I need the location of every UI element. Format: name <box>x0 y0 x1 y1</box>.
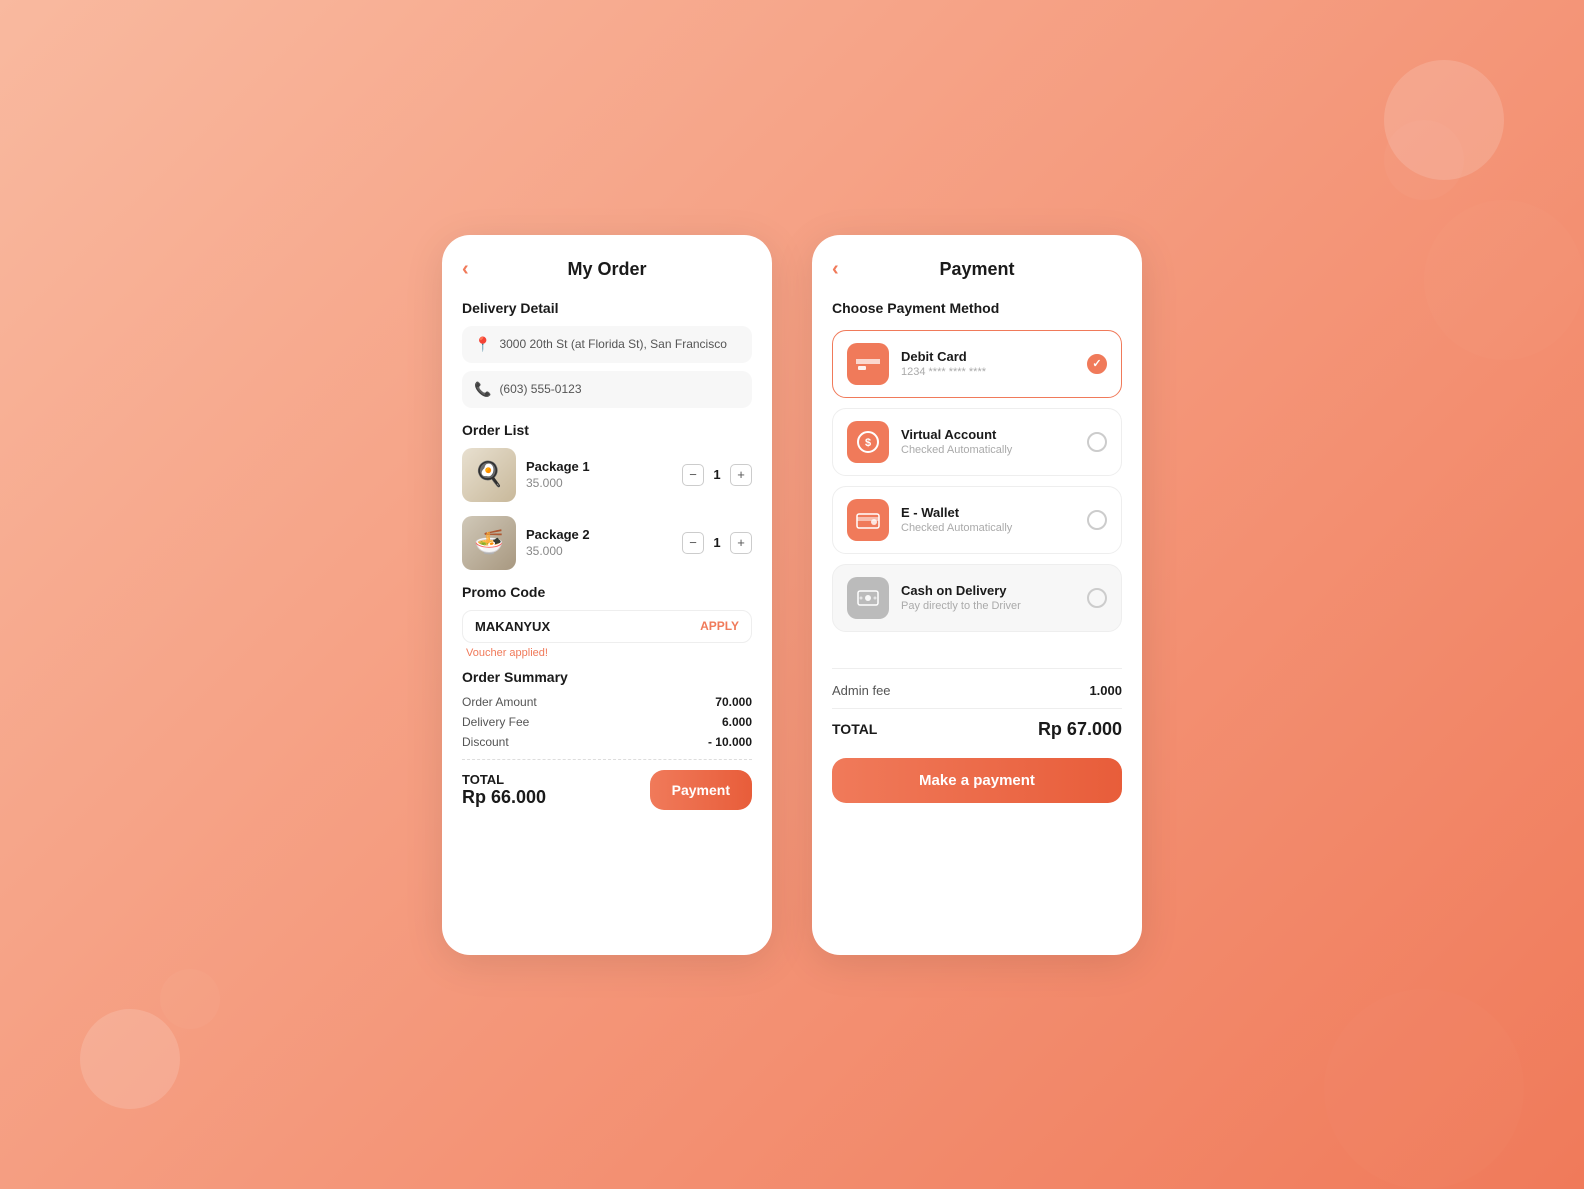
virtual-account-radio[interactable] <box>1087 432 1107 452</box>
summary-row-amount: Order Amount 70.000 <box>462 695 752 709</box>
payment-title: Payment <box>939 259 1014 280</box>
item-name-1: Package 1 <box>526 459 672 474</box>
payment-back-button[interactable]: ‹ <box>832 258 839 281</box>
quantity-control-2: − 1 + <box>682 532 752 554</box>
virtual-account-sub: Checked Automatically <box>901 444 1075 456</box>
payment-total-label: TOTAL <box>832 721 877 737</box>
my-order-title: My Order <box>567 259 646 280</box>
debit-card-sub: 1234 **** **** **** <box>901 366 1075 378</box>
cash-info: Cash on Delivery Pay directly to the Dri… <box>901 583 1075 612</box>
location-icon: 📍 <box>474 336 491 353</box>
debit-card-icon-wrap <box>847 343 889 385</box>
promo-section: Promo Code APPLY Voucher applied! <box>462 584 752 659</box>
virtual-account-icon-wrap: $ <box>847 421 889 463</box>
item-info-2: Package 2 35.000 <box>526 527 672 558</box>
my-order-header: ‹ My Order <box>462 259 752 280</box>
delivery-detail-title: Delivery Detail <box>462 300 752 316</box>
item-image-2: 🍜 <box>462 516 516 570</box>
choose-method-title: Choose Payment Method <box>832 300 1122 316</box>
total-row: TOTAL Rp 66.000 Payment <box>462 770 752 810</box>
qty-num-1: 1 <box>710 467 724 482</box>
qty-num-2: 1 <box>710 535 724 550</box>
total-amount: Rp 66.000 <box>462 787 546 808</box>
cash-radio[interactable] <box>1087 588 1107 608</box>
order-item-2: 🍜 Package 2 35.000 − 1 + <box>462 516 752 570</box>
cash-sub: Pay directly to the Driver <box>901 600 1075 612</box>
summary-label-delivery: Delivery Fee <box>462 715 529 729</box>
admin-fee-row: Admin fee 1.000 <box>832 668 1122 708</box>
make-payment-button[interactable]: Make a payment <box>832 758 1122 803</box>
qty-decrease-2[interactable]: − <box>682 532 704 554</box>
virtual-account-icon: $ <box>856 430 880 454</box>
ewallet-icon-wrap <box>847 499 889 541</box>
delivery-phone-field[interactable]: 📞 (603) 555-0123 <box>462 371 752 408</box>
debit-card-icon <box>856 355 880 373</box>
cash-icon-wrap <box>847 577 889 619</box>
payment-method-cash[interactable]: Cash on Delivery Pay directly to the Dri… <box>832 564 1122 632</box>
debit-card-info: Debit Card 1234 **** **** **** <box>901 349 1075 378</box>
summary-value-discount: - 10.000 <box>708 735 752 749</box>
total-label: TOTAL <box>462 772 546 787</box>
voucher-applied-message: Voucher applied! <box>466 647 752 659</box>
delivery-address: 3000 20th St (at Florida St), San Franci… <box>499 337 726 351</box>
virtual-account-name: Virtual Account <box>901 427 1075 442</box>
quantity-control-1: − 1 + <box>682 464 752 486</box>
summary-value-amount: 70.000 <box>715 695 752 709</box>
ewallet-info: E - Wallet Checked Automatically <box>901 505 1075 534</box>
payment-panel: ‹ Payment Choose Payment Method Debit Ca… <box>812 235 1142 955</box>
total-left: TOTAL Rp 66.000 <box>462 772 546 808</box>
cash-icon <box>856 588 880 608</box>
panels-container: ‹ My Order Delivery Detail 📍 3000 20th S… <box>442 235 1142 955</box>
payment-method-ewallet[interactable]: E - Wallet Checked Automatically <box>832 486 1122 554</box>
payment-total-amount: Rp 67.000 <box>1038 719 1122 740</box>
payment-header: ‹ Payment <box>832 259 1122 280</box>
admin-fee-value: 1.000 <box>1089 683 1122 698</box>
order-summary-title: Order Summary <box>462 669 752 685</box>
debit-card-name: Debit Card <box>901 349 1075 364</box>
summary-label-amount: Order Amount <box>462 695 537 709</box>
ewallet-name: E - Wallet <box>901 505 1075 520</box>
item-price-2: 35.000 <box>526 544 672 558</box>
my-order-panel: ‹ My Order Delivery Detail 📍 3000 20th S… <box>442 235 772 955</box>
order-list-title: Order List <box>462 422 752 438</box>
cash-name: Cash on Delivery <box>901 583 1075 598</box>
ewallet-sub: Checked Automatically <box>901 522 1075 534</box>
payment-button[interactable]: Payment <box>650 770 752 810</box>
admin-fee-label: Admin fee <box>832 683 891 698</box>
ewallet-icon <box>856 510 880 530</box>
payment-total-row: TOTAL Rp 67.000 <box>832 708 1122 740</box>
summary-value-delivery: 6.000 <box>722 715 752 729</box>
promo-code-title: Promo Code <box>462 584 752 600</box>
promo-input[interactable] <box>475 619 700 634</box>
summary-divider <box>462 759 752 760</box>
apply-button[interactable]: APPLY <box>700 619 739 633</box>
item-info-1: Package 1 35.000 <box>526 459 672 490</box>
debit-card-radio[interactable] <box>1087 354 1107 374</box>
promo-input-row: APPLY <box>462 610 752 643</box>
item-price-1: 35.000 <box>526 476 672 490</box>
phone-icon: 📞 <box>474 381 491 398</box>
item-name-2: Package 2 <box>526 527 672 542</box>
qty-increase-1[interactable]: + <box>730 464 752 486</box>
summary-row-delivery: Delivery Fee 6.000 <box>462 715 752 729</box>
delivery-address-field[interactable]: 📍 3000 20th St (at Florida St), San Fran… <box>462 326 752 363</box>
payment-method-virtual[interactable]: $ Virtual Account Checked Automatically <box>832 408 1122 476</box>
payment-method-debit[interactable]: Debit Card 1234 **** **** **** <box>832 330 1122 398</box>
order-item-1: 🍳 Package 1 35.000 − 1 + <box>462 448 752 502</box>
qty-increase-2[interactable]: + <box>730 532 752 554</box>
spacer <box>832 642 1122 662</box>
my-order-back-button[interactable]: ‹ <box>462 258 469 281</box>
summary-row-discount: Discount - 10.000 <box>462 735 752 749</box>
svg-text:$: $ <box>865 437 871 449</box>
item-image-1: 🍳 <box>462 448 516 502</box>
ewallet-radio[interactable] <box>1087 510 1107 530</box>
qty-decrease-1[interactable]: − <box>682 464 704 486</box>
virtual-account-info: Virtual Account Checked Automatically <box>901 427 1075 456</box>
summary-label-discount: Discount <box>462 735 509 749</box>
delivery-phone: (603) 555-0123 <box>499 382 581 396</box>
